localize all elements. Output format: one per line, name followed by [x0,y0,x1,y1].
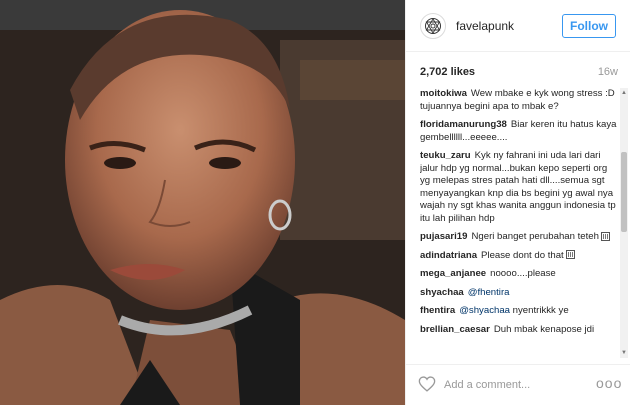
comment-list: moitokiwa Wew mbake e kyk wong stress :D … [420,88,618,360]
comment-text: nyentrikkk ye [512,305,569,316]
comment-username[interactable]: fhentira [420,305,455,316]
comment-username[interactable]: floridamanurung38 [420,119,507,130]
add-comment-input[interactable] [444,377,584,393]
post-photo[interactable] [0,0,405,405]
follow-button[interactable]: Follow [562,14,616,38]
username[interactable]: favelapunk [456,19,514,33]
comment-username[interactable]: moitokiwa [420,88,467,99]
emoji-glyph-icon [600,231,610,241]
comment: shyachaa @fhentira [420,287,618,300]
comment: brellian_caesar Duh mbak kenapose jdi [420,324,618,337]
more-options-icon[interactable]: ooo [596,375,622,391]
comment: adindatriana Please dont do that [420,250,618,263]
avatar[interactable] [420,13,446,39]
comment-mention[interactable]: @shyachaa [459,305,510,316]
post-footer: ooo [406,364,630,405]
post-header: favelapunk Follow [406,0,630,52]
comment-text: Please dont do that [481,249,564,261]
comment-username[interactable]: pujasari19 [420,231,467,242]
heart-icon[interactable] [418,376,436,392]
comment: teuku_zaru Kyk ny fahrani ini uda lari da… [420,150,618,225]
likes-count[interactable]: 2,702 likes [420,66,475,78]
comment-mention[interactable]: @fhentira [468,287,510,298]
comment-username[interactable]: teuku_zaru [420,150,471,161]
scroll-thumb[interactable] [621,152,627,232]
post-side-panel: favelapunk Follow 2,702 likes 16w moitok… [405,0,630,405]
comment-username[interactable]: adindatriana [420,250,477,261]
comment: mega_anjanee noooo....please [420,268,618,281]
sacred-geometry-logo-icon [425,18,441,34]
comment-text: Ngeri banget perubahan teteh [471,231,599,242]
scroll-up-arrow-icon[interactable]: ▲ [620,88,628,98]
comment: moitokiwa Wew mbake e kyk wong stress :D … [420,88,618,113]
comment: pujasari19 Ngeri banget perubahan teteh [420,231,618,244]
scroll-down-arrow-icon[interactable]: ▼ [620,348,628,358]
post-stats: 2,702 likes 16w [420,66,618,82]
comment-username[interactable]: shyachaa [420,287,464,298]
comment-username[interactable]: brellian_caesar [420,324,490,335]
comment-text: Duh mbak kenapose jdi [493,323,595,335]
comment-username[interactable]: mega_anjanee [420,268,486,279]
comment: fhentira @shyachaa nyentrikkk ye [420,305,618,318]
comment-text: Kyk ny fahrani ini uda lari dari jalur h… [420,150,616,224]
comment-text: noooo....please [490,268,556,279]
emoji-glyph-icon [565,250,575,260]
comment: floridamanurung38 Biar keren itu hatus ka… [420,119,618,144]
comments-scrollbar[interactable]: ▲ ▼ [620,88,628,358]
portrait-image [0,0,405,405]
post-time[interactable]: 16w [598,66,618,78]
